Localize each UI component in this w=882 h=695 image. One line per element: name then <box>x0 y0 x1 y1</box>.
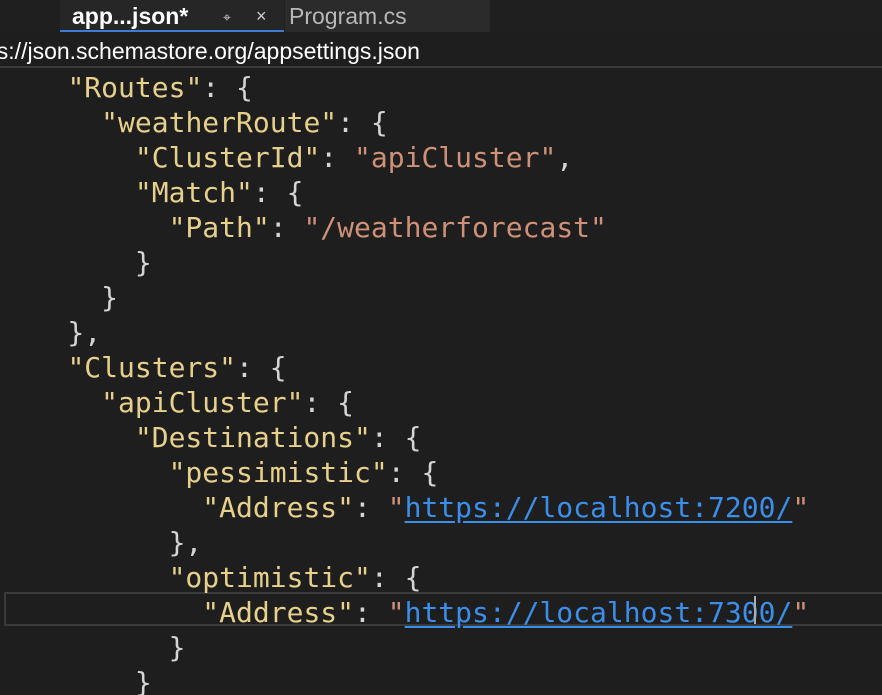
url-link[interactable]: https://localhost:7200/ <box>405 491 793 524</box>
code-line: "Address": "https://localhost:7200/" <box>202 491 810 524</box>
code-line: "Match": { <box>134 176 304 209</box>
tab-label: Program.cs <box>289 3 407 29</box>
code-line: "pessimistic": { <box>168 456 439 489</box>
json-key: "pessimistic" <box>168 456 388 489</box>
tab-program-cs[interactable]: Program.cs <box>285 0 490 32</box>
code-line: "Address": "https://localhost:7300/" <box>202 596 810 629</box>
json-key: "Clusters" <box>67 351 237 384</box>
code-line: "Routes": { <box>67 71 253 104</box>
json-key: "optimistic" <box>168 561 371 594</box>
text-caret <box>754 596 756 624</box>
code-line: } <box>0 246 152 279</box>
schema-url[interactable]: ps://json.schemastore.org/appsettings.js… <box>0 35 420 66</box>
code-line: "optimistic": { <box>168 561 422 594</box>
json-string-value: "apiCluster" <box>354 141 557 174</box>
json-key: "Destinations" <box>134 421 371 454</box>
url-link[interactable]: https://localhost:7300/ <box>405 596 793 629</box>
code-line: }, <box>0 316 102 349</box>
tab-strip-overflow-area <box>0 0 60 32</box>
close-icon[interactable]: × <box>256 0 267 30</box>
visual-studio-editor-window: app...json* ⌖ × Program.cs ps://json.sch… <box>0 0 882 695</box>
code-line: } <box>0 666 152 695</box>
code-line: "Path": "/weatherforecast" <box>168 211 607 244</box>
code-line: }, <box>0 526 203 559</box>
json-schema-bar[interactable]: ps://json.schemastore.org/appsettings.js… <box>0 34 882 68</box>
json-string-value: "/weatherforecast" <box>303 211 607 244</box>
code-line: } <box>0 631 186 664</box>
json-key: "weatherRoute" <box>101 106 338 139</box>
code-line: "Destinations": { <box>134 421 422 454</box>
code-line: "Clusters": { <box>67 351 287 384</box>
json-key: "Path" <box>168 211 270 244</box>
tab-strip: app...json* ⌖ × Program.cs <box>0 0 882 32</box>
json-key: "Address" <box>202 491 355 524</box>
json-key: "Address" <box>202 596 355 629</box>
code-editor[interactable]: "Routes": { "weatherRoute": { "ClusterId… <box>0 68 882 695</box>
json-key: "apiCluster" <box>101 386 304 419</box>
tab-appsettings-json[interactable]: app...json* ⌖ × <box>60 0 284 32</box>
pin-icon[interactable]: ⌖ <box>223 1 231 30</box>
tab-label: app...json* <box>72 3 189 29</box>
json-key: "Match" <box>134 176 253 209</box>
code-line: } <box>0 281 119 314</box>
json-key: "Routes" <box>67 71 203 104</box>
code-line: "weatherRoute": { <box>101 106 388 139</box>
code-line: "ClusterId": "apiCluster", <box>134 141 574 174</box>
code-line: "apiCluster": { <box>101 386 355 419</box>
json-key: "ClusterId" <box>134 141 321 174</box>
